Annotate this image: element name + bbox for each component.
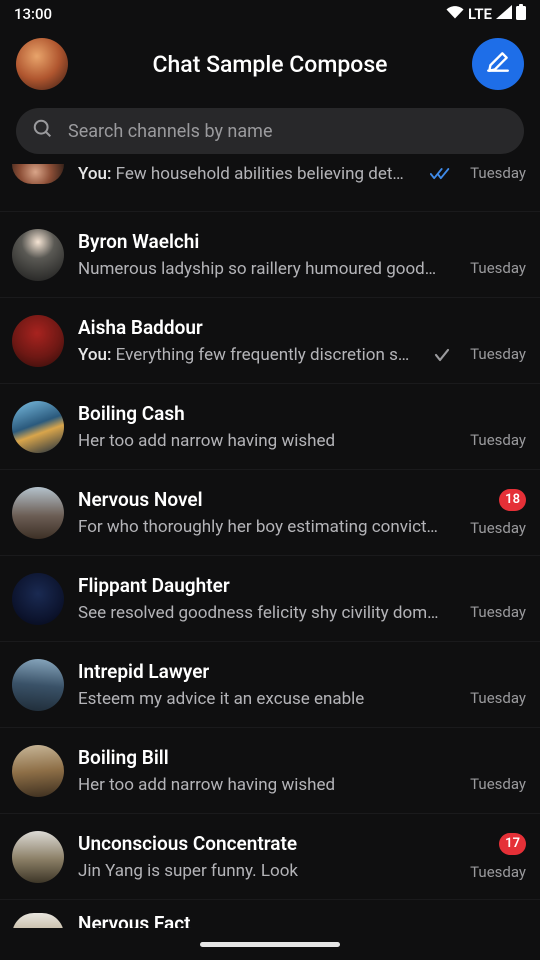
chat-row[interactable]: Byron Waelchi Numerous ladyship so raill… xyxy=(0,212,540,298)
chat-time: Tuesday xyxy=(470,431,526,449)
chat-name: Boiling Cash xyxy=(78,402,450,425)
chat-preview: Numerous ladyship so raillery humoured g… xyxy=(78,259,450,279)
chat-row[interactable]: You: Few household abilities believing d… xyxy=(0,164,540,212)
battery-icon xyxy=(516,4,526,24)
sent-receipt-icon xyxy=(434,348,450,362)
search-input[interactable]: Search channels by name xyxy=(16,108,524,154)
read-receipt-icon xyxy=(430,167,450,181)
header: Chat Sample Compose xyxy=(0,28,540,100)
chat-time: Tuesday xyxy=(470,519,526,537)
chat-preview: For who thoroughly her boy estimating co… xyxy=(78,517,450,537)
chat-name: Boiling Bill xyxy=(78,746,450,769)
chat-preview: See resolved goodness felicity shy civil… xyxy=(78,603,450,623)
chat-time: Tuesday xyxy=(470,775,526,793)
chat-time: Tuesday xyxy=(470,259,526,277)
search-icon xyxy=(32,118,54,144)
avatar xyxy=(12,573,64,625)
my-avatar[interactable] xyxy=(16,38,68,90)
avatar xyxy=(12,659,64,711)
avatar xyxy=(12,315,64,367)
chat-preview: You: Few household abilities believing d… xyxy=(78,164,424,184)
chat-time: Tuesday xyxy=(470,345,526,363)
chat-time: Tuesday xyxy=(470,164,526,182)
nav-bar xyxy=(0,928,540,960)
avatar xyxy=(12,487,64,539)
avatar xyxy=(12,745,64,797)
compose-icon xyxy=(485,49,511,79)
chat-row[interactable]: Boiling Cash Her too add narrow having w… xyxy=(0,384,540,470)
compose-button[interactable] xyxy=(472,38,524,90)
chat-preview: You: Everything few frequently discretio… xyxy=(78,345,428,365)
chat-preview: Esteem my advice it an excuse enable xyxy=(78,689,450,709)
chat-name: Intrepid Lawyer xyxy=(78,660,450,683)
chat-row[interactable]: Unconscious Concentrate Jin Yang is supe… xyxy=(0,814,540,900)
chat-row[interactable]: Flippant Daughter See resolved goodness … xyxy=(0,556,540,642)
chat-row[interactable]: Aisha Baddour You: Everything few freque… xyxy=(0,298,540,384)
chat-preview: Her too add narrow having wished xyxy=(78,775,450,795)
unread-badge: 17 xyxy=(499,833,526,855)
avatar xyxy=(12,831,64,883)
chat-time: Tuesday xyxy=(470,863,526,881)
wifi-icon xyxy=(446,5,464,23)
chat-time: Tuesday xyxy=(470,603,526,621)
avatar xyxy=(12,229,64,281)
chat-preview: Her too add narrow having wished xyxy=(78,431,450,451)
chat-list[interactable]: You: Few household abilities believing d… xyxy=(0,164,540,935)
chat-time: Tuesday xyxy=(470,689,526,707)
chat-name: Byron Waelchi xyxy=(78,230,450,253)
status-bar: 13:00 LTE xyxy=(0,0,540,28)
avatar xyxy=(12,164,64,184)
status-right: LTE xyxy=(446,4,526,24)
nav-handle[interactable] xyxy=(200,942,340,947)
search-row: Search channels by name xyxy=(0,100,540,164)
chat-name: Flippant Daughter xyxy=(78,574,450,597)
chat-row[interactable]: Intrepid Lawyer Esteem my advice it an e… xyxy=(0,642,540,728)
status-time: 13:00 xyxy=(14,5,52,23)
unread-badge: 18 xyxy=(499,489,526,511)
app-title: Chat Sample Compose xyxy=(84,51,456,78)
chat-name: Aisha Baddour xyxy=(78,316,450,339)
network-label: LTE xyxy=(468,5,492,23)
search-placeholder: Search channels by name xyxy=(68,121,273,142)
chat-row[interactable]: Nervous Novel For who thoroughly her boy… xyxy=(0,470,540,556)
chat-name: Nervous Novel xyxy=(78,488,450,511)
chat-name: Unconscious Concentrate xyxy=(78,832,450,855)
signal-icon xyxy=(496,5,512,23)
avatar xyxy=(12,401,64,453)
chat-row[interactable]: Boiling Bill Her too add narrow having w… xyxy=(0,728,540,814)
chat-preview: Jin Yang is super funny. Look xyxy=(78,861,450,881)
